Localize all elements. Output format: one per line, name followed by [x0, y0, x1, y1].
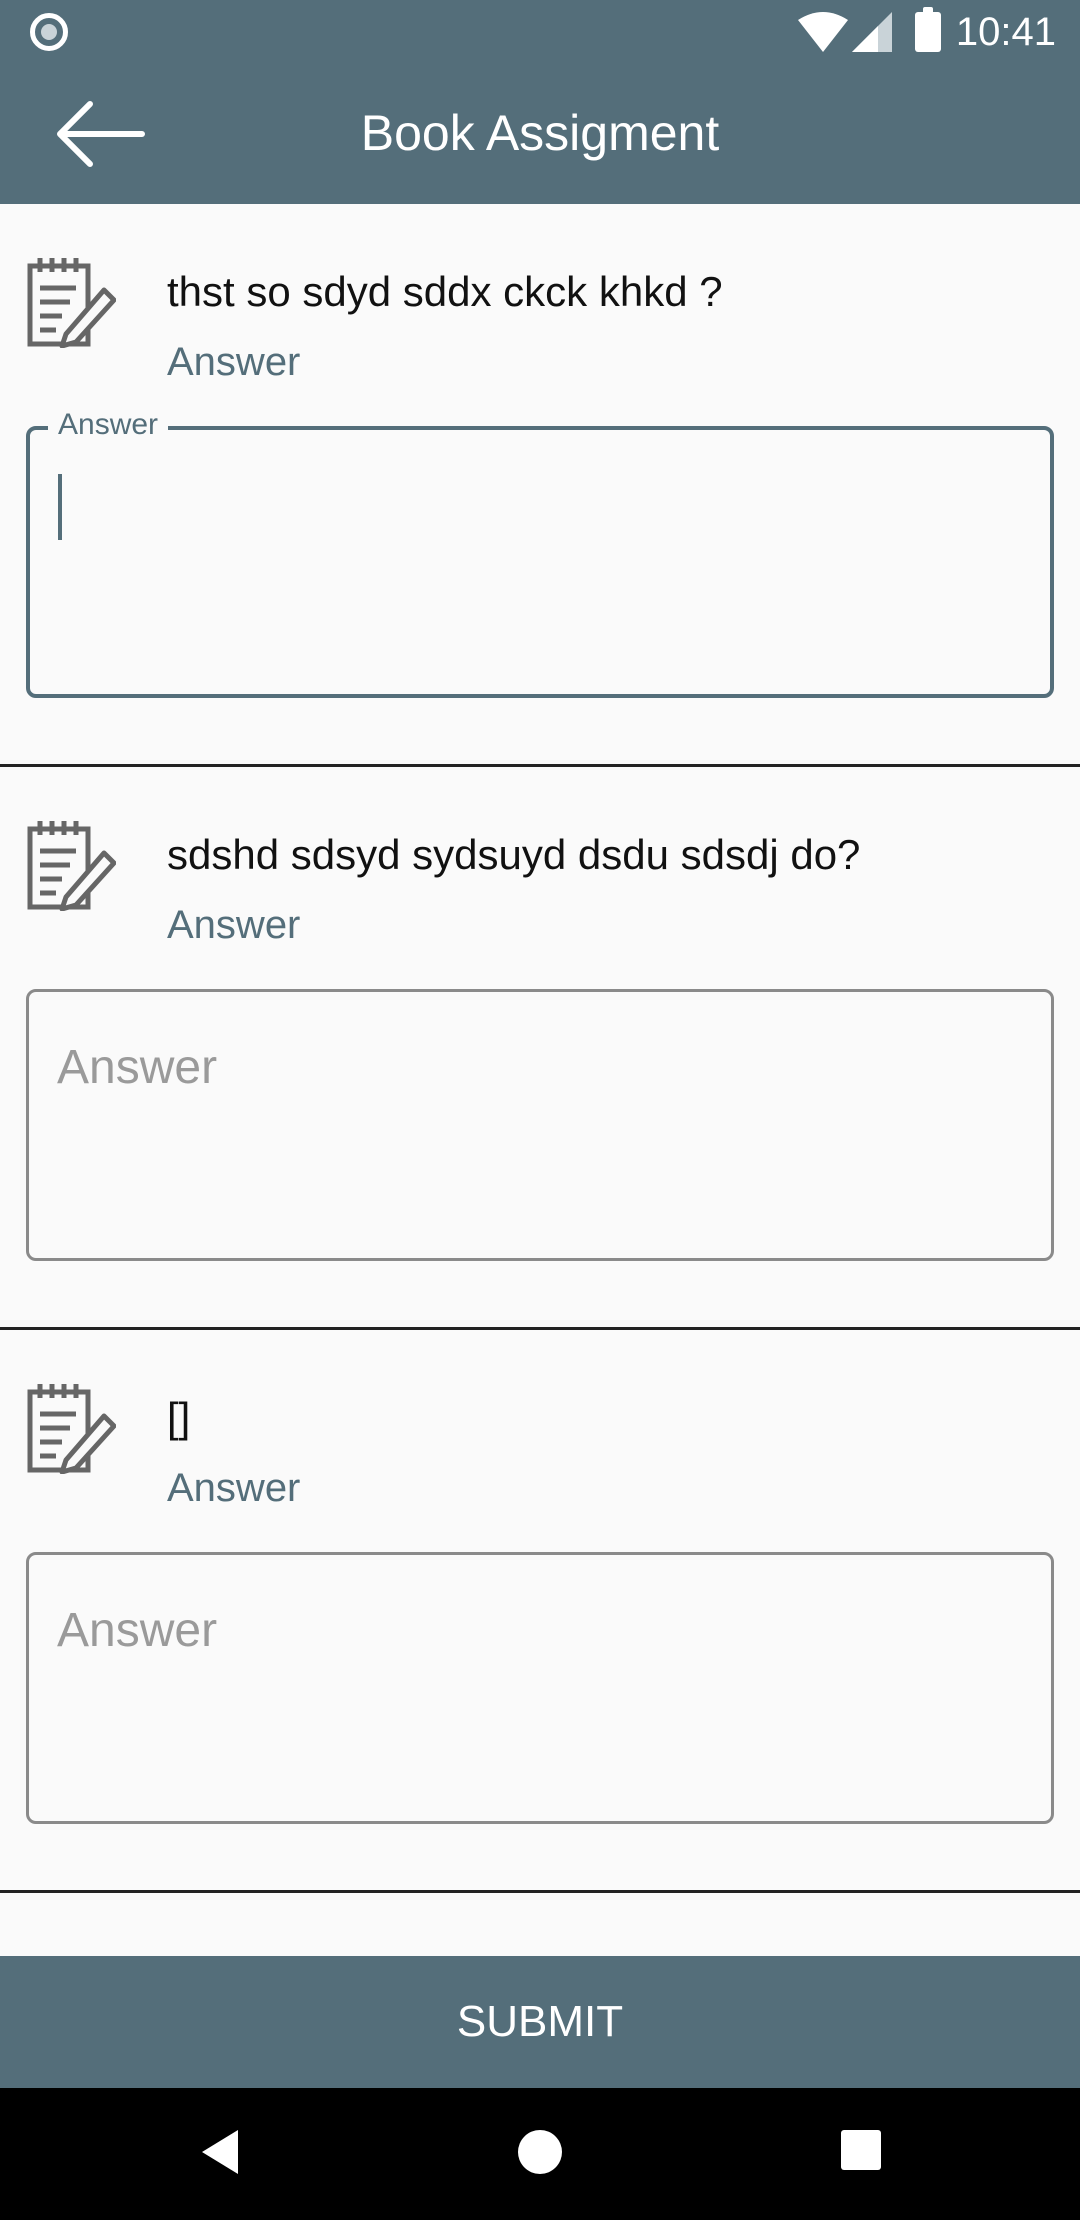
- app-bar: Book Assigment: [0, 64, 1080, 204]
- answer-field[interactable]: Answer: [26, 989, 1054, 1261]
- answer-label: Answer: [167, 1466, 301, 1510]
- signal-icon: [852, 12, 892, 52]
- nav-recents-icon[interactable]: [839, 2128, 883, 2172]
- screen-record-icon: [30, 13, 68, 51]
- question-list: thst so sdyd sddx ckck khkd ? Answer Ans…: [0, 204, 1080, 1893]
- answer-field[interactable]: Answer: [26, 1552, 1054, 1824]
- notepad-edit-icon: [27, 821, 116, 911]
- submit-button[interactable]: SUBMIT: [0, 1956, 1080, 2088]
- notepad-edit-icon: [27, 1384, 116, 1474]
- answer-placeholder: Answer: [57, 1604, 218, 1657]
- battery-icon: [915, 7, 941, 52]
- question-text: thst so sdyd sddx ckck khkd ?: [167, 268, 723, 315]
- notepad-edit-icon: [27, 258, 116, 348]
- answer-label: Answer: [167, 903, 301, 947]
- question-item: thst so sdyd sddx ckck khkd ? Answer Ans…: [0, 204, 1080, 767]
- nav-back-icon[interactable]: [198, 2128, 242, 2176]
- question-item: sdshd sdsyd sydsuyd dsdu sdsdj do? Answe…: [0, 767, 1080, 1330]
- question-item: [] Answer Answer: [0, 1330, 1080, 1893]
- answer-label: Answer: [167, 340, 301, 384]
- text-caret: [58, 474, 62, 540]
- nav-home-icon[interactable]: [516, 2128, 564, 2176]
- answer-placeholder: Answer: [57, 1041, 218, 1094]
- question-text: []: [167, 1394, 191, 1441]
- page-title: Book Assigment: [360, 105, 720, 161]
- status-time: 10:41: [955, 10, 1056, 54]
- answer-field-label: Answer: [48, 408, 169, 442]
- wifi-icon: [798, 12, 848, 52]
- status-bar: 10:41: [0, 0, 1080, 64]
- question-text: sdshd sdsyd sydsuyd dsdu sdsdj do?: [167, 831, 861, 878]
- answer-field[interactable]: Answer: [26, 408, 1054, 698]
- system-nav-bar: [0, 2088, 1080, 2220]
